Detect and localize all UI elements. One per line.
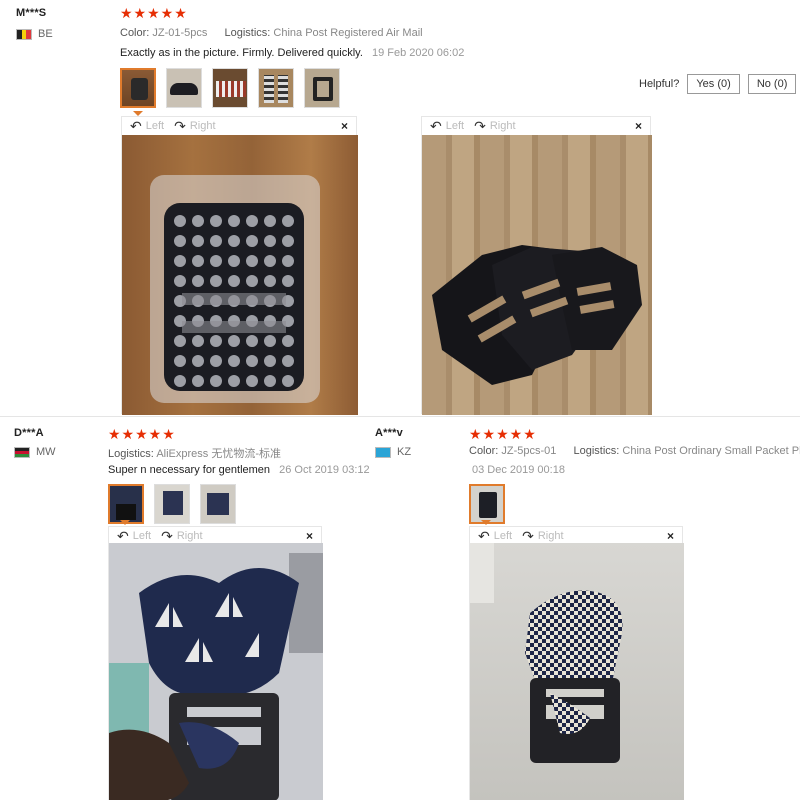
- logistics-label: Logistics:: [224, 27, 271, 39]
- reviewer-name: D***A: [14, 427, 44, 439]
- logistics-value: China Post Ordinary Small Packet Plus: [622, 445, 800, 457]
- helpful-box: Helpful? Yes (0) No (0): [639, 74, 797, 94]
- flag-kz-icon: [375, 446, 391, 458]
- color-value: JZ-01-5pcs: [152, 27, 208, 39]
- reviewer-country: MW: [14, 446, 56, 458]
- reviewer-name: M***S: [16, 7, 47, 19]
- rotate-right-label: Right: [176, 530, 203, 542]
- rotate-left-label: Left: [493, 530, 513, 542]
- rotate-right-icon: ↷: [161, 527, 173, 544]
- rotate-right-icon: ↷: [522, 527, 534, 544]
- thumbnail-pointer: [481, 520, 491, 525]
- flag-mw-icon: [14, 446, 30, 458]
- thumbnail[interactable]: [120, 68, 156, 108]
- rotate-right-label: Right: [537, 530, 564, 542]
- order-info: Color: JZ-01-5pcs Logistics: China Post …: [120, 27, 423, 39]
- thumbnail-strip: [120, 68, 350, 108]
- thumbnail[interactable]: [200, 484, 236, 524]
- rotate-left-icon: ↶: [430, 117, 442, 134]
- logistics-label: Logistics:: [573, 445, 620, 457]
- thumbnail[interactable]: [154, 484, 190, 524]
- image-viewer: ↶ Left ↷ Right ×: [421, 116, 652, 415]
- close-icon[interactable]: ×: [306, 529, 313, 543]
- review-photo: [109, 543, 323, 800]
- helpful-no-button[interactable]: No (0): [747, 74, 797, 94]
- photo-houndstooth-square: [470, 543, 623, 763]
- rotate-left-icon: ↶: [117, 527, 129, 544]
- rotate-right-icon: ↷: [474, 117, 486, 134]
- star-rating: ★★★★★: [120, 5, 188, 21]
- color-label: Color:: [120, 27, 150, 39]
- rotate-left-icon: ↶: [478, 527, 490, 544]
- reviewer-country: BE: [16, 28, 53, 40]
- rotate-left-label: Left: [445, 120, 465, 132]
- review-date: 03 Dec 2019 00:18: [472, 464, 565, 476]
- thumbnail[interactable]: [469, 484, 505, 524]
- thumbnail-pointer: [120, 520, 130, 525]
- rotate-left-label: Left: [132, 530, 152, 542]
- reviewer-name: A***v: [375, 427, 403, 439]
- image-viewer: ↶ Left ↷ Right ×: [108, 526, 323, 800]
- photo-pocket-square: [109, 553, 323, 800]
- review-photo: [422, 135, 652, 415]
- review-date: 26 Oct 2019 03:12: [279, 464, 370, 476]
- rotate-right-label: Right: [489, 120, 516, 132]
- rotate-left-button[interactable]: ↶ Left: [478, 528, 512, 545]
- country-code: BE: [38, 28, 53, 40]
- photo-holders-fanned: [432, 245, 642, 385]
- star-rating: ★★★★★: [108, 426, 176, 442]
- helpful-yes-button[interactable]: Yes (0): [687, 74, 740, 94]
- star-rating: ★★★★★: [469, 426, 537, 442]
- order-info: Logistics: AliExpress 无忧物流-标准: [108, 445, 281, 461]
- image-viewer: ↶ Left ↷ Right ×: [121, 116, 358, 415]
- rotate-left-button[interactable]: ↶ Left: [430, 118, 464, 135]
- close-icon[interactable]: ×: [635, 119, 642, 133]
- rotate-right-button[interactable]: ↷ Right: [474, 118, 515, 135]
- review-text: Exactly as in the picture. Firmly. Deliv…: [120, 47, 464, 59]
- review-date: 19 Feb 2020 06:02: [371, 47, 465, 59]
- helpful-label: Helpful?: [639, 78, 680, 90]
- thumbnail-strip: [108, 484, 246, 524]
- rotate-right-icon: ↷: [174, 117, 186, 134]
- reviewer-country: KZ: [375, 446, 411, 458]
- review-text: Super n necessary for gentlemen 26 Oct 2…: [108, 464, 370, 476]
- review-body: Super n necessary for gentlemen: [108, 464, 271, 476]
- rotate-left-icon: ↶: [130, 117, 142, 134]
- photo-packaged-holder: [150, 175, 320, 403]
- rotate-right-button[interactable]: ↷ Right: [174, 118, 215, 135]
- review-body: Exactly as in the picture. Firmly. Deliv…: [120, 47, 363, 59]
- country-code: MW: [36, 446, 56, 458]
- review-divider: [0, 416, 800, 417]
- rotate-right-button[interactable]: ↷ Right: [161, 528, 202, 545]
- thumbnail[interactable]: [212, 68, 248, 108]
- close-icon[interactable]: ×: [341, 119, 348, 133]
- thumbnail[interactable]: [166, 68, 202, 108]
- thumbnail[interactable]: [258, 68, 294, 108]
- logistics-value: China Post Registered Air Mail: [273, 27, 423, 39]
- color-value: JZ-5pcs-01: [501, 445, 557, 457]
- review-text: 03 Dec 2019 00:18: [469, 464, 565, 476]
- rotate-right-label: Right: [189, 120, 216, 132]
- viewer-toolbar: ↶ Left ↷ Right: [122, 117, 356, 135]
- rotate-right-button[interactable]: ↷ Right: [522, 528, 563, 545]
- rotate-left-label: Left: [145, 120, 165, 132]
- logistics-label: Logistics:: [108, 448, 154, 460]
- review-photo: [470, 543, 684, 800]
- rotate-left-button[interactable]: ↶ Left: [117, 528, 151, 545]
- flag-be-icon: [16, 28, 32, 40]
- order-info: Color: JZ-5pcs-01 Logistics: China Post …: [469, 445, 800, 457]
- color-label: Color:: [469, 445, 499, 457]
- review-photo: [122, 135, 358, 415]
- rotate-left-button[interactable]: ↶ Left: [130, 118, 164, 135]
- close-icon[interactable]: ×: [667, 529, 674, 543]
- thumbnail[interactable]: [108, 484, 144, 524]
- logistics-value: AliExpress 无忧物流-标准: [156, 448, 281, 460]
- thumbnail[interactable]: [304, 68, 340, 108]
- image-viewer: ↶ Left ↷ Right ×: [469, 526, 684, 800]
- viewer-toolbar: ↶ Left ↷ Right: [422, 117, 650, 135]
- country-code: KZ: [397, 446, 412, 458]
- thumbnail-strip: [469, 484, 515, 524]
